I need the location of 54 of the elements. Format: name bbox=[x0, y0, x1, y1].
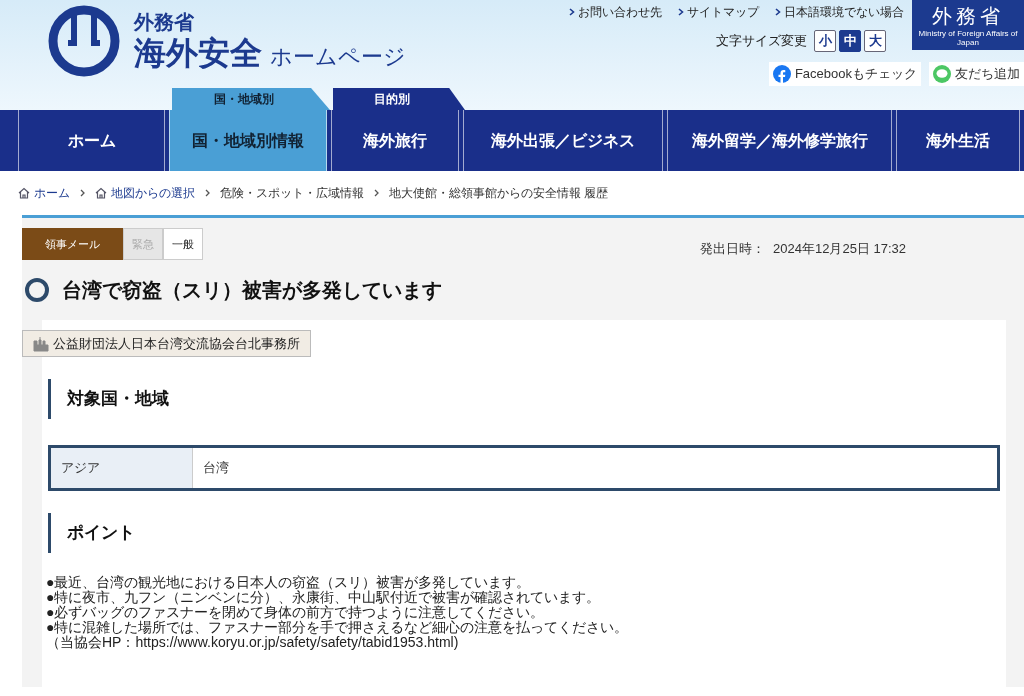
breadcrumb-link[interactable]: 地図からの選択 bbox=[95, 184, 195, 202]
point-text: （当協会HP：https://www.koryu.or.jp/safety/safety/tabid1953.html) bbox=[46, 635, 460, 650]
breadcrumb-link[interactable]: 地大使館・総領事館からの安全情報 履歴 bbox=[389, 184, 609, 202]
issue-date: 2024年12月25日 17:32 bbox=[773, 240, 906, 259]
building-icon bbox=[33, 335, 49, 352]
top-link[interactable]: サイトマップ bbox=[678, 3, 759, 21]
home-icon bbox=[95, 187, 107, 199]
nav-tab[interactable]: 海外生活 bbox=[896, 110, 1020, 171]
category-tag: 領事メール bbox=[22, 228, 123, 260]
chevron-icon bbox=[80, 189, 85, 197]
ministry-emblem-icon[interactable] bbox=[48, 5, 120, 77]
nav-tab[interactable]: 海外留学／海外修学旅行 bbox=[667, 110, 892, 171]
social-link[interactable]: Facebookもチェック bbox=[768, 62, 921, 86]
nav-group-tab[interactable]: 目的別 bbox=[333, 88, 465, 110]
font-size-button[interactable]: 大 bbox=[864, 30, 886, 52]
font-size-label: 文字サイズ変更 bbox=[716, 32, 807, 51]
nav-tab[interactable]: 海外旅行 bbox=[331, 110, 459, 171]
font-size-button[interactable]: 小 bbox=[814, 30, 836, 52]
ministry-logo[interactable]: 外務省 Ministry of Foreign Affairs of Japan bbox=[912, 0, 1024, 50]
chat-bubble-icon bbox=[933, 65, 951, 83]
point-text: ●必ずバッグのファスナーを閉めて身体の前方で持つように注意してください。 bbox=[46, 605, 546, 620]
section-heading: ポイント bbox=[48, 513, 1000, 553]
chevron-icon bbox=[205, 189, 210, 197]
chevron-icon bbox=[678, 8, 684, 16]
table-cell-text: 台湾 bbox=[202, 459, 229, 478]
site-title-suffix: ホームページ bbox=[270, 43, 406, 71]
breadcrumb-link[interactable]: 危険・スポット・広域情報 bbox=[220, 184, 364, 202]
level-tag: 緊急 bbox=[123, 228, 163, 260]
point-text: ●特に夜市、九フン（ニンベンに分）、永康街、中山駅付近で被害が確認されています。 bbox=[46, 590, 602, 605]
point-text: ●特に混雑した場所では、ファスナー部分を手で押さえるなど細心の注意を払ってください。 bbox=[46, 620, 630, 635]
date-label: 発出日時： bbox=[700, 240, 765, 259]
point-text: ●最近、台湾の観光地における日本人の窃盗（スリ）被害が多発しています。 bbox=[46, 575, 532, 590]
nav-tab[interactable]: ホーム bbox=[18, 110, 165, 171]
site-title: 海外安全 bbox=[134, 34, 262, 72]
site-subtitle: 外務省 bbox=[134, 10, 195, 34]
social-link[interactable]: 友だち追加 bbox=[929, 62, 1024, 86]
top-link[interactable]: 日本語環境でない場合 bbox=[775, 3, 904, 21]
home-icon bbox=[18, 187, 30, 199]
nav-tab[interactable]: 海外出張／ビジネス bbox=[463, 110, 663, 171]
table-cell: アジア bbox=[51, 448, 193, 488]
top-link[interactable]: お問い合わせ先 bbox=[569, 3, 662, 21]
chevron-icon bbox=[374, 189, 379, 197]
font-size-button[interactable]: 中 bbox=[839, 30, 861, 52]
facebook-icon bbox=[772, 65, 791, 83]
breadcrumb-link[interactable]: ホーム bbox=[18, 184, 70, 202]
nav-group-tab[interactable]: 国・地域別 bbox=[172, 88, 330, 110]
source-badge: 公益財団法人日本台湾交流協会台北事務所 bbox=[22, 330, 311, 357]
section-heading: 対象国・地域 bbox=[48, 379, 1000, 419]
level-tag: 一般 bbox=[163, 228, 203, 260]
circle-icon bbox=[24, 277, 50, 303]
chevron-icon bbox=[569, 8, 575, 16]
nav-tab[interactable]: 国・地域別情報 bbox=[169, 110, 327, 171]
article-title: 台湾で窃盗（スリ）被害が多発しています bbox=[62, 278, 442, 303]
chevron-icon bbox=[775, 8, 781, 16]
